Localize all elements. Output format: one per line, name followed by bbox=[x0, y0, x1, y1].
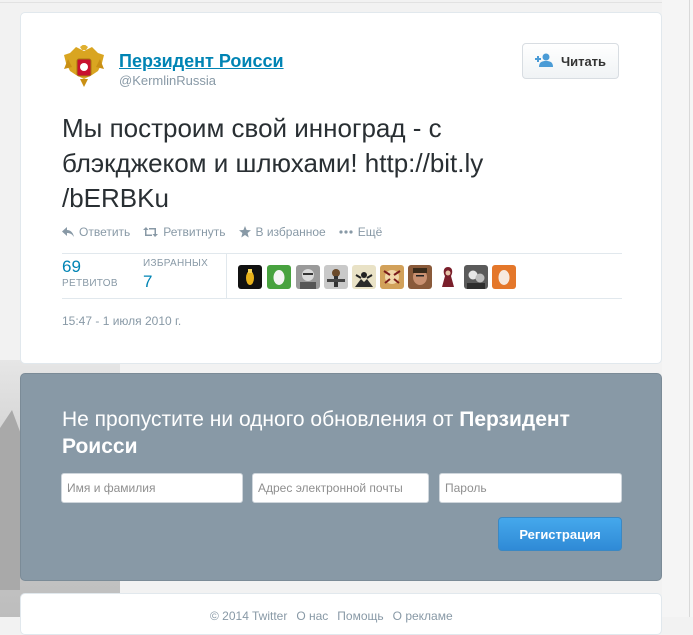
author-name-link[interactable]: Перзидент Роисси bbox=[119, 51, 284, 72]
password-input[interactable] bbox=[439, 473, 622, 503]
footer-link-help[interactable]: Помощь bbox=[337, 609, 383, 623]
email-input[interactable] bbox=[252, 473, 429, 503]
stats-separator bbox=[226, 254, 227, 298]
tweet-card: Перзидент Роисси @KermlinRussia Читать М… bbox=[20, 12, 662, 364]
retweet-label: Ретвитнуть bbox=[163, 225, 226, 239]
fullname-input[interactable] bbox=[61, 473, 243, 503]
author-handle: @KermlinRussia bbox=[119, 73, 216, 88]
user-avatar[interactable] bbox=[267, 265, 291, 289]
top-border bbox=[0, 2, 693, 3]
favorites-count[interactable]: 7 bbox=[143, 272, 152, 292]
retweets-count[interactable]: 69 bbox=[62, 257, 81, 277]
star-icon bbox=[238, 226, 251, 238]
user-avatar[interactable] bbox=[352, 265, 376, 289]
user-avatar[interactable] bbox=[492, 265, 516, 289]
add-user-icon bbox=[534, 53, 554, 70]
user-avatar[interactable] bbox=[408, 265, 432, 289]
right-gutter-line bbox=[689, 0, 690, 617]
signup-button[interactable]: Регистрация bbox=[498, 517, 622, 551]
retweet-icon bbox=[143, 227, 159, 237]
tweet-text: Мы построим свой инноград - с блэкджеком… bbox=[62, 113, 484, 213]
follow-button-label: Читать bbox=[560, 53, 607, 69]
more-action[interactable]: Ещё bbox=[339, 225, 383, 239]
stats-bottom-divider bbox=[62, 298, 622, 299]
retweets-label[interactable]: РЕТВИТОВ bbox=[62, 278, 118, 289]
user-avatar[interactable] bbox=[238, 265, 262, 289]
tweet-timestamp[interactable]: 15:47 - 1 июля 2010 г. bbox=[62, 314, 181, 328]
favorite-action[interactable]: В избранное bbox=[238, 225, 326, 239]
retweet-action[interactable]: Ретвитнуть bbox=[143, 225, 226, 239]
signup-title: Не пропустите ни одного обновления от Пе… bbox=[62, 406, 632, 460]
author-avatar-emblem-icon[interactable] bbox=[62, 44, 106, 89]
stats-top-divider bbox=[62, 253, 622, 254]
favorite-label: В избранное bbox=[255, 225, 326, 239]
user-avatar[interactable] bbox=[324, 265, 348, 289]
user-avatar[interactable] bbox=[380, 265, 404, 289]
footer-copyright: © 2014 Twitter bbox=[210, 609, 288, 623]
footer: © 2014 Twitter О нас Помощь О рекламе bbox=[20, 593, 662, 635]
reply-icon bbox=[62, 227, 74, 237]
user-avatar[interactable] bbox=[436, 265, 460, 289]
more-label: Ещё bbox=[357, 225, 383, 239]
user-avatar[interactable] bbox=[464, 265, 488, 289]
tweet-actions: Ответить Ретвитнуть В избранное Ещё bbox=[62, 223, 395, 241]
reply-label: Ответить bbox=[79, 225, 131, 239]
follow-button[interactable]: Читать bbox=[522, 43, 619, 79]
background-tower bbox=[0, 410, 20, 590]
user-avatar[interactable] bbox=[296, 265, 320, 289]
reply-action[interactable]: Ответить bbox=[62, 225, 130, 239]
footer-link-ads[interactable]: О рекламе bbox=[393, 609, 453, 623]
signup-panel: Не пропустите ни одного обновления от Пе… bbox=[20, 373, 662, 581]
favorites-label[interactable]: ИЗБРАННЫХ bbox=[143, 258, 208, 269]
footer-links: © 2014 Twitter О нас Помощь О рекламе bbox=[210, 609, 453, 623]
signup-title-prefix: Не пропустите ни одного обновления от bbox=[62, 408, 460, 431]
footer-link-about[interactable]: О нас bbox=[296, 609, 328, 623]
more-dots-icon bbox=[339, 230, 353, 234]
